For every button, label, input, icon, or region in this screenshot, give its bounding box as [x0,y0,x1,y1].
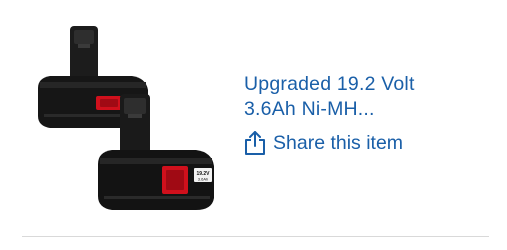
share-label: Share this item [273,131,404,154]
battery-capacity-label: 3.6Ah [198,177,208,182]
product-image[interactable]: 19.2V 3.6Ah [20,18,220,218]
product-card: 19.2V 3.6Ah Upgraded 19.2 Volt 3.6Ah Ni-… [0,0,507,250]
product-info: Upgraded 19.2 Volt 3.6Ah Ni-MH... Share … [244,72,494,156]
divider [22,236,489,237]
share-button[interactable]: Share this item [244,130,494,156]
product-title-line-1: Upgraded 19.2 Volt [244,73,415,95]
share-icon [245,131,265,155]
product-title-link[interactable]: Upgraded 19.2 Volt 3.6Ah Ni-MH... [244,72,494,122]
product-title-line-2: 3.6Ah Ni-MH... [244,98,375,120]
